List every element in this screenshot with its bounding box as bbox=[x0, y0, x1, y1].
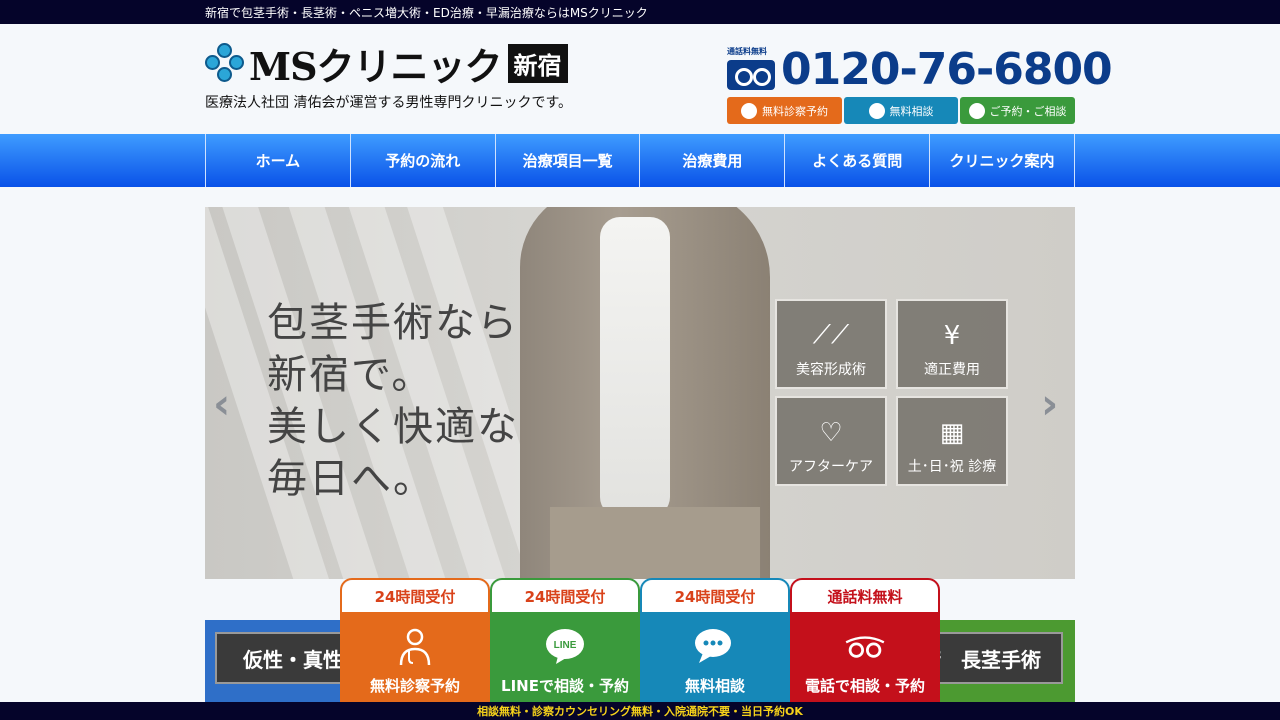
feature-tile-cosmetic: ⟋⟋ 美容形成術 bbox=[775, 299, 887, 389]
nav-item-clinic[interactable]: クリニック案内 bbox=[930, 134, 1075, 187]
feature-tile-aftercare: ♡ アフターケア bbox=[775, 396, 887, 486]
slider-next-icon[interactable]: › bbox=[1041, 379, 1058, 428]
header-reservation-button[interactable]: 無料診察予約 bbox=[727, 97, 842, 124]
hero-line-3: 美しく快適な bbox=[267, 404, 519, 450]
care-hand-icon: ♡ bbox=[819, 418, 843, 448]
phone-contact[interactable]: 通話料無料 0120-76-6800 bbox=[727, 44, 1113, 95]
cta-label: LINEで相談・予約 bbox=[501, 677, 629, 695]
top-announcement-text: 新宿で包茎手術・長茎術・ペニス増大術・ED治療・早漏治療ならはMSクリニック bbox=[205, 6, 648, 20]
chat-icon bbox=[693, 627, 737, 667]
tagline: 医療法人社団 清佑会が運営する男性専門クリニックです。 bbox=[205, 95, 573, 111]
header-consult-button[interactable]: 無料相談 bbox=[844, 97, 958, 124]
feature-tile-weekend: ▦ 土･日･祝 診療 bbox=[896, 396, 1008, 486]
yen-icon: ¥ bbox=[943, 321, 961, 351]
cross-logo-icon bbox=[205, 43, 245, 83]
logo-branch: 新宿 bbox=[507, 43, 568, 83]
feature-tile-price: ¥ 適正費用 bbox=[896, 299, 1008, 389]
bottom-info-text: 相談無料・診察カウンセリング無料・入院通院不要・当日予約OK bbox=[477, 705, 803, 718]
site-logo[interactable]: MSクリニック 新宿 bbox=[205, 42, 568, 89]
slider-prev-icon[interactable]: ‹ bbox=[213, 379, 230, 428]
svg-text:LINE: LINE bbox=[554, 640, 577, 651]
cta-consult-button[interactable]: 24時間受付 無料相談 bbox=[640, 578, 790, 702]
cta-badge: 24時間受付 bbox=[342, 580, 488, 612]
hero-slider[interactable]: 包茎手術なら 新宿で。 美しく快適な 毎日へ。 ⟋⟋ 美容形成術 ¥ 適正費用 … bbox=[205, 207, 1075, 579]
doctor-icon bbox=[741, 102, 757, 119]
hero-headline: 包茎手術なら 新宿で。 美しく快適な 毎日へ。 bbox=[267, 297, 519, 505]
cta-label: 無料診察予約 bbox=[369, 677, 460, 695]
logo-name: MSクリニック bbox=[249, 43, 503, 89]
site-header: MSクリニック 新宿 医療法人社団 清佑会が運営する男性専門クリニックです。 通… bbox=[0, 24, 1280, 134]
feature-tile-label: 適正費用 bbox=[924, 362, 980, 378]
hero-line-2: 新宿で。 bbox=[267, 352, 434, 398]
top-announcement-bar: 新宿で包茎手術・長茎術・ペニス増大術・ED治療・早漏治療ならはMSクリニック bbox=[0, 0, 1280, 24]
cta-phone-button[interactable]: 通話料無料 電話で相談・予約 bbox=[790, 578, 940, 702]
line-icon: LINE bbox=[543, 627, 587, 667]
line-icon bbox=[968, 102, 985, 119]
header-line-button[interactable]: ご予約・ご相談 bbox=[960, 97, 1075, 124]
cta-badge: 24時間受付 bbox=[642, 580, 788, 612]
cta-badge: 通話料無料 bbox=[792, 580, 938, 612]
nav-item-flow[interactable]: 予約の流れ bbox=[351, 134, 496, 187]
cta-reservation-button[interactable]: 24時間受付 無料診察予約 bbox=[340, 578, 490, 702]
freedial-icon bbox=[843, 627, 887, 667]
scalpel-icon: ⟋⟋ bbox=[812, 320, 850, 350]
cta-badge: 24時間受付 bbox=[492, 580, 638, 612]
hero-line-1: 包茎手術なら bbox=[267, 300, 519, 346]
cta-label: 電話で相談・予約 bbox=[804, 677, 925, 695]
cta-line-button[interactable]: 24時間受付 LINE LINEで相談・予約 bbox=[490, 578, 640, 702]
hero-model-shirt bbox=[600, 217, 670, 517]
feature-tile-label: アフターケア bbox=[789, 459, 873, 475]
phone-number[interactable]: 0120-76-6800 bbox=[781, 44, 1113, 95]
doctor-icon bbox=[393, 627, 437, 667]
main-nav: ホーム 予約の流れ 治療項目一覧 治療費用 よくある質問 クリニック案内 bbox=[0, 134, 1280, 187]
feature-tile-label: 美容形成術 bbox=[796, 362, 866, 378]
header-line-label: ご予約・ご相談 bbox=[989, 104, 1067, 118]
nav-item-faq[interactable]: よくある質問 bbox=[785, 134, 931, 187]
feature-tile-label: 土･日･祝 診療 bbox=[907, 459, 997, 475]
freedial-icon bbox=[727, 60, 775, 90]
bottom-info-bar: 相談無料・診察カウンセリング無料・入院通院不要・当日予約OK bbox=[0, 702, 1280, 720]
nav-item-home[interactable]: ホーム bbox=[206, 134, 351, 187]
cta-label: 無料相談 bbox=[684, 677, 745, 695]
hero-model-legs bbox=[550, 507, 760, 579]
header-consult-label: 無料相談 bbox=[889, 104, 934, 118]
chat-icon bbox=[868, 102, 885, 119]
hero-line-4: 毎日へ。 bbox=[267, 456, 435, 502]
free-call-label: 通話料無料 bbox=[727, 47, 767, 56]
nav-item-treatments[interactable]: 治療項目一覧 bbox=[496, 134, 641, 187]
nav-item-fees[interactable]: 治療費用 bbox=[640, 134, 786, 187]
calendar-icon: ▦ bbox=[939, 418, 965, 448]
header-reservation-label: 無料診察予約 bbox=[762, 104, 828, 118]
